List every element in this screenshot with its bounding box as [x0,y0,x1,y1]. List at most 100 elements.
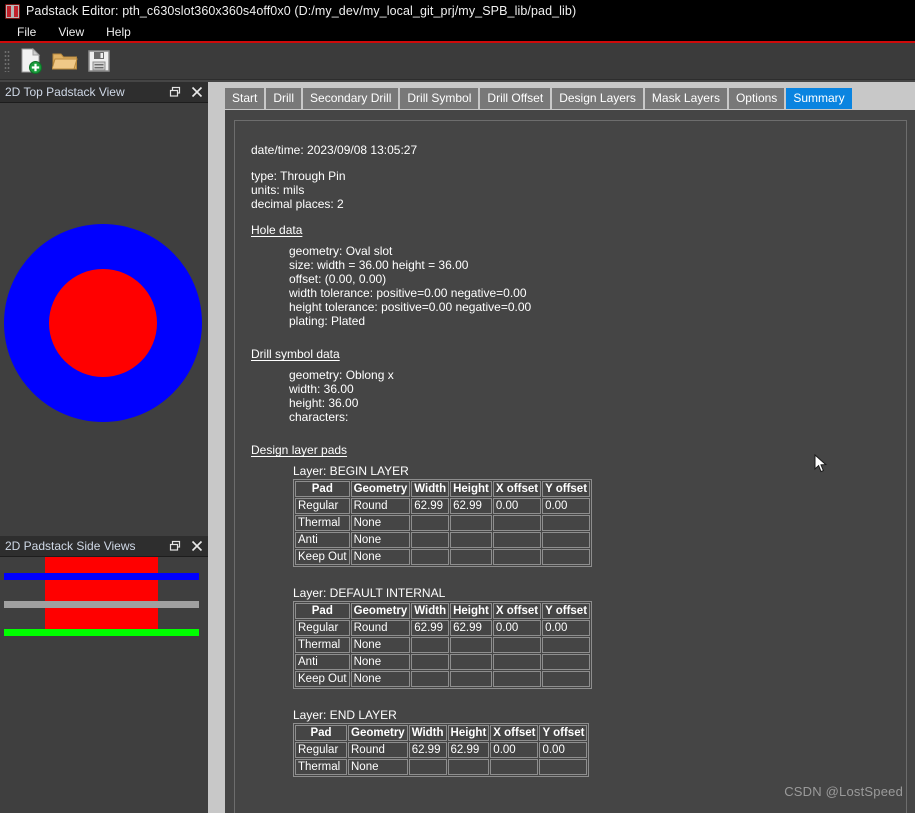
tab-drill-symbol[interactable]: Drill Symbol [400,88,479,109]
padstack-editor-icon [5,3,20,19]
open-padstack-button[interactable] [48,45,82,77]
cell-geometry: None [350,671,411,687]
cell-width [411,549,450,565]
cell-height [450,654,492,670]
save-padstack-button[interactable] [82,45,116,77]
table-row[interactable]: Regular Round 62.99 62.99 0.00 0.00 [295,742,588,758]
dock-title-label-top-view: 2D Top Padstack View [5,85,125,99]
col-x-offset: X offset [492,603,542,619]
tab-mask-layers[interactable]: Mask Layers [644,88,727,109]
left-dock-column: 2D Top Padstack View 2D Padstack Side Vi… [0,82,208,813]
cell-geometry: Round [348,742,408,758]
cell-geometry: None [350,654,411,670]
tab-drill-offset[interactable]: Drill Offset [480,88,551,109]
hole-geometry: geometry: Oval slot [289,244,393,258]
table-row[interactable]: Thermal None [295,759,588,775]
summary-datetime: date/time: 2023/09/08 13:05:27 [251,143,418,157]
col-geometry: Geometry [350,481,411,497]
cell-x-offset: 0.00 [492,498,542,514]
close-icon[interactable] [186,537,208,556]
cell-y-offset: 0.00 [539,742,588,758]
restore-icon[interactable] [164,537,186,556]
tab-pane-summary: date/time: 2023/09/08 13:05:27 type: Thr… [225,110,915,813]
new-padstack-button[interactable] [14,45,48,77]
summary-type: type: Through Pin [251,169,346,183]
col-pad: Pad [295,725,347,741]
col-pad: Pad [295,603,350,619]
cell-pad: Regular [295,742,347,758]
menu-help[interactable]: Help [95,23,142,41]
summary-heading-design-layer-pads: Design layer pads [251,443,348,457]
drill-symbol-width: width: 36.00 [289,382,354,396]
col-height: Height [450,481,492,497]
hole-size: size: width = 36.00 height = 36.00 [289,258,469,272]
layer-label-default-internal: Layer: DEFAULT INTERNAL [293,586,446,600]
restore-icon[interactable] [164,83,186,102]
table-row[interactable]: Anti None [295,532,591,548]
tab-options[interactable]: Options [728,88,785,109]
dock-2d-padstack-side-views: 2D Padstack Side Views [0,536,208,813]
cell-pad: Regular [295,620,350,636]
table-row[interactable]: Keep Out None [295,671,591,687]
cell-height: 62.99 [450,620,492,636]
col-width: Width [408,725,447,741]
menu-view[interactable]: View [47,23,95,41]
table-row[interactable]: Thermal None [295,637,591,653]
table-row[interactable]: Regular Round 62.99 62.99 0.00 0.00 [295,498,591,514]
cell-x-offset: 0.00 [490,742,539,758]
summary-decimal-places: decimal places: 2 [251,197,344,211]
summary-heading-hole-data: Hole data [251,223,303,237]
menu-file[interactable]: File [6,23,47,41]
tab-start[interactable]: Start [225,88,265,109]
table-row[interactable]: Keep Out None [295,549,591,565]
summary-units: units: mils [251,183,305,197]
tab-drill[interactable]: Drill [266,88,302,109]
cell-y-offset [542,654,591,670]
cell-geometry: None [350,637,411,653]
close-icon[interactable] [186,83,208,102]
dock-2d-top-padstack-view: 2D Top Padstack View [0,82,208,532]
menu-bar: File View Help [0,22,915,43]
cell-height [450,637,492,653]
cell-height [447,759,490,775]
tab-design-layers[interactable]: Design Layers [552,88,643,109]
hole-height-tolerance: height tolerance: positive=0.00 negative… [289,300,532,314]
pad-table-default-internal-layer[interactable]: Pad Geometry Width Height X offset Y off… [293,601,593,689]
cell-width [411,671,450,687]
pad-table-end-layer[interactable]: Pad Geometry Width Height X offset Y off… [293,723,590,777]
toolbar-grip[interactable] [4,50,10,72]
cell-x-offset [492,654,542,670]
table-header-row: Pad Geometry Width Height X offset Y off… [295,481,591,497]
cell-geometry: Round [350,620,411,636]
col-y-offset: Y offset [539,725,588,741]
dock-body-side-view[interactable] [0,557,208,813]
title-bar: Padstack Editor: pth_c630slot360x360s4of… [0,0,915,22]
hole-plating: plating: Plated [289,314,366,328]
col-geometry: Geometry [348,725,408,741]
new-file-icon [21,48,42,74]
col-y-offset: Y offset [542,603,591,619]
padstack-editor-window: Padstack Editor: pth_c630slot360x360s4of… [0,0,915,813]
cell-pad: Anti [295,532,350,548]
cell-geometry: Round [350,498,411,514]
table-row[interactable]: Thermal None [295,515,591,531]
cell-x-offset [492,671,542,687]
tab-secondary-drill[interactable]: Secondary Drill [303,88,399,109]
dock-body-top-view[interactable] [0,103,208,532]
col-height: Height [450,603,492,619]
col-width: Width [411,603,450,619]
cell-y-offset [542,671,591,687]
col-width: Width [411,481,450,497]
cell-pad: Keep Out [295,671,350,687]
pad-table-begin-layer[interactable]: Pad Geometry Width Height X offset Y off… [293,479,593,567]
table-row[interactable]: Anti None [295,654,591,670]
table-row[interactable]: Regular Round 62.99 62.99 0.00 0.00 [295,620,591,636]
main-splitter-vertical[interactable] [208,82,220,813]
dock-titlebar-top-view: 2D Top Padstack View [0,82,208,103]
cell-y-offset: 0.00 [542,620,591,636]
cell-width: 62.99 [411,498,450,514]
summary-report[interactable]: date/time: 2023/09/08 13:05:27 type: Thr… [234,120,907,813]
cell-width [411,515,450,531]
cell-width [411,637,450,653]
tab-summary[interactable]: Summary [786,88,852,109]
